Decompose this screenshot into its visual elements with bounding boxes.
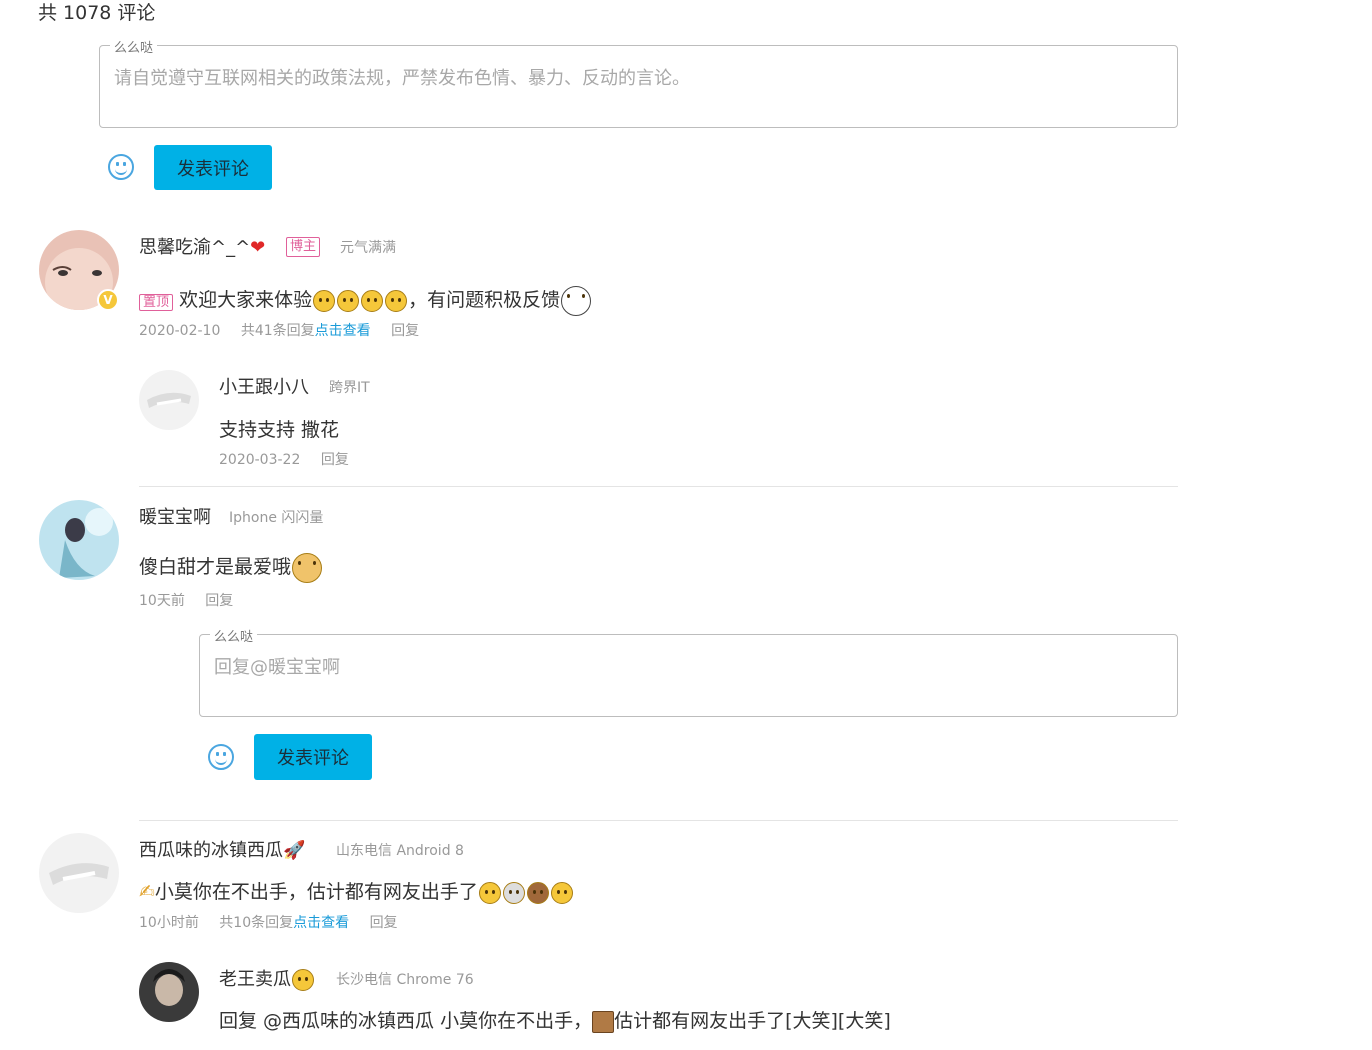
reply-link[interactable]: 回复 [370,915,398,931]
comment-author[interactable]: 西瓜味的冰镇西瓜🚀 [139,836,305,862]
author-tagline: Iphone 闪闪量 [229,510,324,526]
comment-meta: 10小时前 共10条回复点击查看 回复 [139,912,398,932]
reply-content: 回复 @西瓜味的冰镇西瓜 小莫你在不出手， 估计都有网友出手了[大笑][大笑] [219,1010,891,1033]
monkey-emoji-icon [526,881,549,904]
comment-date: 10天前 [139,593,185,609]
comment-date: 2020-02-10 [139,323,221,339]
reply-link[interactable]: 回复 [391,323,419,339]
composer-placeholder: 请自觉遵守互联网相关的政策法规，严禁发布色情、暴力、反动的言论。 [114,68,690,89]
reply-composer-legend: 么么哒 [210,626,258,645]
author-tagline: 元气满满 [340,240,396,256]
emoji-icon [385,289,408,312]
comment-divider [139,486,1178,487]
avatar[interactable] [139,370,199,430]
reply-count: 共41条回复 [240,323,315,339]
author-tagline: 山东电信 Android 8 [336,843,464,859]
emoji-icon [361,289,384,312]
heart-icon: ❤ [250,237,266,258]
emoji-picker-icon[interactable] [208,744,234,770]
comment-textarea[interactable]: 么么哒 请自觉遵守互联网相关的政策法规，严禁发布色情、暴力、反动的言论。 [99,37,1178,128]
composer-legend: 么么哒 [110,37,158,56]
comment-meta: 2020-02-10 共41条回复点击查看 回复 [139,320,419,340]
avatar[interactable] [139,962,199,1022]
emoji-icon [313,289,336,312]
emoji-icon [337,289,360,312]
reply-tagline: 长沙电信 Chrome 76 [336,972,474,988]
reply-author[interactable]: 老王卖瓜 [219,965,315,991]
comment-author[interactable]: 暖宝宝啊 [139,503,211,529]
submit-reply-button[interactable]: 发表评论 [254,734,372,780]
comment-count: 共 1078 评论 [38,2,156,24]
rocket-icon: 🚀 [283,840,306,861]
pinned-badge: 置顶 [139,294,174,311]
view-replies-link[interactable]: 点击查看 [315,323,371,339]
reply-content: 支持支持 撒花 [219,419,340,441]
reply-count: 共10条回复 [219,915,294,931]
comment-author[interactable]: 思馨吃渝^_^❤ [139,233,265,259]
comment-date: 10小时前 [139,915,199,931]
reply-date: 2020-03-22 [219,452,301,468]
comment-content: 置顶 欢迎大家来体验 ，有问题积极反馈 [139,285,592,316]
comment-content: 傻白甜才是最爱哦 [139,552,323,583]
submit-comment-button[interactable]: 发表评论 [154,145,272,190]
avatar[interactable] [39,500,119,580]
comment-meta: 10天前 回复 [139,590,233,610]
author-badge: 博主 [286,237,321,257]
reply-textarea[interactable]: 么么哒 回复@暖宝宝啊 [199,626,1178,717]
dog-emoji-icon [561,285,592,316]
reply-meta: 2020-03-22 回复 [219,449,349,469]
reply-tagline: 跨界IT [329,380,370,396]
grin-emoji-icon [550,881,573,904]
emoji-picker-icon[interactable] [108,154,134,180]
reply-author[interactable]: 小王跟小八 [219,373,309,399]
package-icon [592,1010,615,1033]
mouse-emoji-icon [502,881,525,904]
writing-hand-icon: ✍ [139,881,155,903]
smile-emoji-icon [292,969,314,991]
reply-link[interactable]: 回复 [321,452,349,468]
comment-content: ✍小莫你在不出手，估计都有网友出手了 [139,877,574,904]
comment-divider [139,820,1178,821]
reply-link[interactable]: 回复 [205,593,233,609]
cat-emoji-icon [478,881,501,904]
reply-composer-placeholder: 回复@暖宝宝啊 [214,657,340,678]
view-replies-link[interactable]: 点击查看 [293,915,349,931]
verified-badge-icon: V [97,289,119,311]
doge-emoji-icon [292,552,323,583]
avatar[interactable] [39,833,119,913]
